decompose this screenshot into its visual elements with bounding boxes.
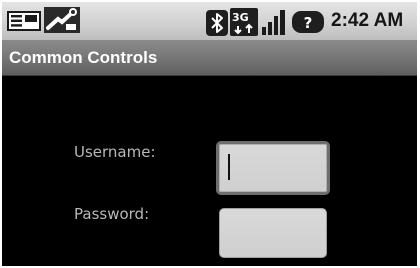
- network-3g-icon: 3G: [230, 8, 258, 36]
- status-bar: 3G ? 2:42 AM: [2, 2, 417, 41]
- bluetooth-icon: [206, 10, 228, 36]
- signal-icon: [262, 10, 285, 35]
- svg-text:3G: 3G: [232, 11, 249, 24]
- notification-icon: [7, 11, 41, 31]
- password-label: Password:: [74, 205, 150, 223]
- phone-screen: 3G ? 2:42 AM Common Controls Username: P…: [2, 2, 417, 266]
- text-cursor: [228, 154, 230, 180]
- username-label: Username:: [74, 143, 156, 161]
- password-input[interactable]: [219, 208, 327, 258]
- username-input[interactable]: [216, 141, 330, 195]
- question-icon: ?: [292, 11, 324, 33]
- title-bar: Common Controls: [2, 41, 417, 76]
- app-title: Common Controls: [9, 48, 158, 67]
- wrench-icon: [44, 7, 80, 33]
- status-clock: 2:42 AM: [331, 10, 404, 31]
- svg-text:?: ?: [304, 14, 313, 32]
